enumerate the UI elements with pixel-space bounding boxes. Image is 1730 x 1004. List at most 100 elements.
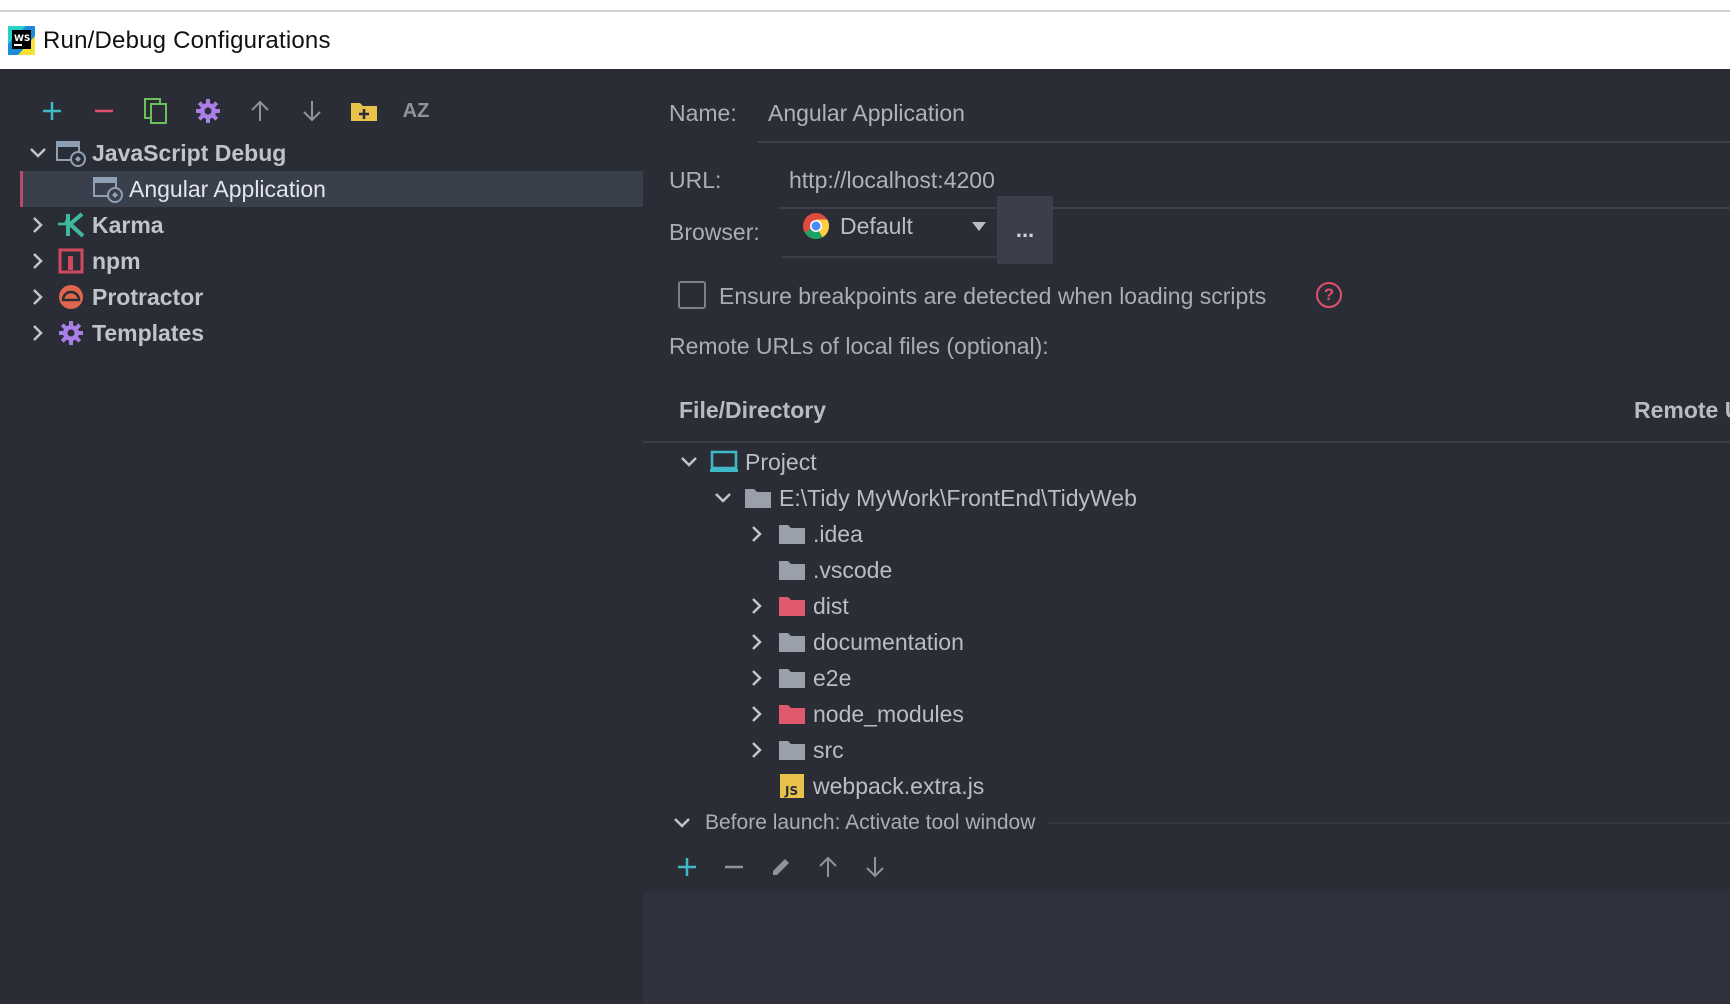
before-launch-section[interactable]: Before launch: Activate tool window: [643, 805, 1730, 841]
tree-node-angular-application[interactable]: Angular Application: [20, 171, 643, 207]
tree-node-karma[interactable]: Karma: [0, 207, 643, 243]
file-tree-row[interactable]: node_modules: [747, 696, 964, 732]
javascript-debug-icon: [93, 174, 123, 204]
file-tree-label: .vscode: [813, 556, 893, 583]
file-tree-row[interactable]: src: [747, 732, 844, 768]
browser-select[interactable]: Default: [782, 196, 997, 258]
chevron-right-icon[interactable]: [747, 596, 767, 616]
npm-icon: [56, 246, 86, 276]
url-label: URL:: [669, 167, 722, 193]
sort-az-icon[interactable]: AZ: [390, 93, 442, 129]
file-tree-label: e2e: [813, 664, 852, 691]
file-tree-row[interactable]: .idea: [747, 516, 863, 552]
configurations-tree: JavaScript Debug Angular Application Kar…: [0, 135, 643, 351]
before-launch-label[interactable]: Before launch: Activate tool window: [705, 811, 1035, 835]
svg-text:WS: WS: [14, 34, 30, 44]
window-title: Run/Debug Configurations: [43, 26, 331, 54]
file-tree-label: E:\Tidy MyWork\FrontEnd\TidyWeb: [779, 484, 1137, 511]
help-icon-glyph: ?: [1323, 285, 1335, 304]
tree-node-label: JavaScript Debug: [92, 139, 287, 166]
gear-icon[interactable]: [182, 93, 234, 129]
tree-node-templates[interactable]: Templates: [0, 315, 643, 351]
excluded-folder-icon: [777, 701, 807, 727]
help-icon[interactable]: ?: [1316, 282, 1342, 308]
webstorm-logo-icon: WS: [8, 26, 35, 55]
protractor-icon: [56, 282, 86, 312]
chevron-right-icon[interactable]: [28, 323, 48, 343]
javascript-file-icon: JS: [777, 773, 807, 799]
name-label: Name:: [669, 100, 737, 126]
column-header-file-directory[interactable]: File/Directory: [679, 397, 826, 424]
configuration-details: Name: Angular Application URL: http://lo…: [643, 69, 1730, 1004]
file-tree-label: src: [813, 736, 844, 763]
separator-line: [1049, 822, 1730, 824]
file-tree-row[interactable]: dist: [747, 588, 849, 624]
folder-icon: [777, 665, 807, 691]
chevron-right-icon[interactable]: [28, 287, 48, 307]
svg-text:JS: JS: [784, 784, 798, 798]
file-tree-label: node_modules: [813, 700, 964, 727]
new-folder-icon[interactable]: [338, 93, 390, 129]
chevron-right-icon[interactable]: [28, 215, 48, 235]
file-tree-label: documentation: [813, 628, 964, 655]
add-icon[interactable]: [26, 93, 78, 129]
chevron-down-icon[interactable]: [673, 817, 691, 829]
folder-icon: [777, 737, 807, 763]
folder-icon: [743, 485, 773, 511]
chevron-right-icon[interactable]: [747, 668, 767, 688]
sort-label: AZ: [402, 99, 430, 122]
remove-icon[interactable]: [78, 93, 130, 129]
edit-icon[interactable]: [757, 849, 804, 885]
add-icon[interactable]: [663, 849, 710, 885]
name-field[interactable]: Angular Application: [758, 89, 1730, 143]
ensure-breakpoints-checkbox[interactable]: [678, 281, 706, 309]
chevron-down-icon[interactable]: [713, 488, 733, 508]
tree-node-javascript-debug[interactable]: JavaScript Debug: [0, 135, 643, 171]
copy-icon[interactable]: [130, 93, 182, 129]
tree-node-label: Protractor: [92, 283, 204, 310]
chevron-right-icon[interactable]: [747, 704, 767, 724]
arrow-down-icon[interactable]: [851, 849, 898, 885]
file-tree-label: Project: [745, 448, 817, 475]
tree-node-npm[interactable]: npm: [0, 243, 643, 279]
chevron-right-icon[interactable]: [747, 632, 767, 652]
gear-icon: [56, 318, 86, 348]
arrow-up-icon[interactable]: [804, 849, 851, 885]
file-tree-label: .idea: [813, 520, 863, 547]
remote-urls-table-header: File/Directory Remote U: [643, 383, 1730, 443]
configurations-panel: AZ JavaScript Debug Angular Application: [0, 69, 643, 1004]
file-tree-row-project[interactable]: Project: [679, 444, 817, 480]
browse-button[interactable]: ...: [997, 196, 1053, 264]
tree-node-label: Karma: [92, 211, 164, 238]
chevron-right-icon[interactable]: [747, 524, 767, 544]
file-tree-row[interactable]: .vscode: [777, 552, 892, 588]
tree-node-label: Templates: [92, 319, 205, 346]
file-tree-row[interactable]: JS webpack.extra.js: [777, 768, 984, 804]
tree-node-label: Angular Application: [129, 175, 326, 202]
column-header-remote-url[interactable]: Remote U: [1634, 397, 1730, 424]
folder-icon: [777, 521, 807, 547]
karma-icon: [56, 210, 86, 240]
javascript-debug-icon: [56, 138, 86, 168]
file-tree-row-root[interactable]: E:\Tidy MyWork\FrontEnd\TidyWeb: [713, 480, 1137, 516]
remove-icon[interactable]: [710, 849, 757, 885]
tree-node-protractor[interactable]: Protractor: [0, 279, 643, 315]
tree-node-label: npm: [92, 247, 141, 274]
file-tree-label: webpack.extra.js: [813, 772, 985, 799]
browse-button-label: ...: [1015, 217, 1035, 242]
before-launch-list[interactable]: [643, 891, 1730, 1004]
window-top-edge: [0, 0, 1730, 12]
folder-icon: [777, 629, 807, 655]
chevron-down-icon[interactable]: [28, 143, 48, 163]
chevron-right-icon[interactable]: [28, 251, 48, 271]
file-tree-row[interactable]: e2e: [747, 660, 851, 696]
chrome-icon: [802, 212, 830, 240]
before-launch-toolbar: [643, 849, 898, 885]
ensure-breakpoints-label[interactable]: Ensure breakpoints are detected when loa…: [719, 283, 1266, 310]
arrow-down-icon[interactable]: [286, 93, 338, 129]
arrow-up-icon[interactable]: [234, 93, 286, 129]
dropdown-arrow-icon: [971, 220, 987, 232]
file-tree-row[interactable]: documentation: [747, 624, 964, 660]
chevron-down-icon[interactable]: [679, 452, 699, 472]
chevron-right-icon[interactable]: [747, 740, 767, 760]
